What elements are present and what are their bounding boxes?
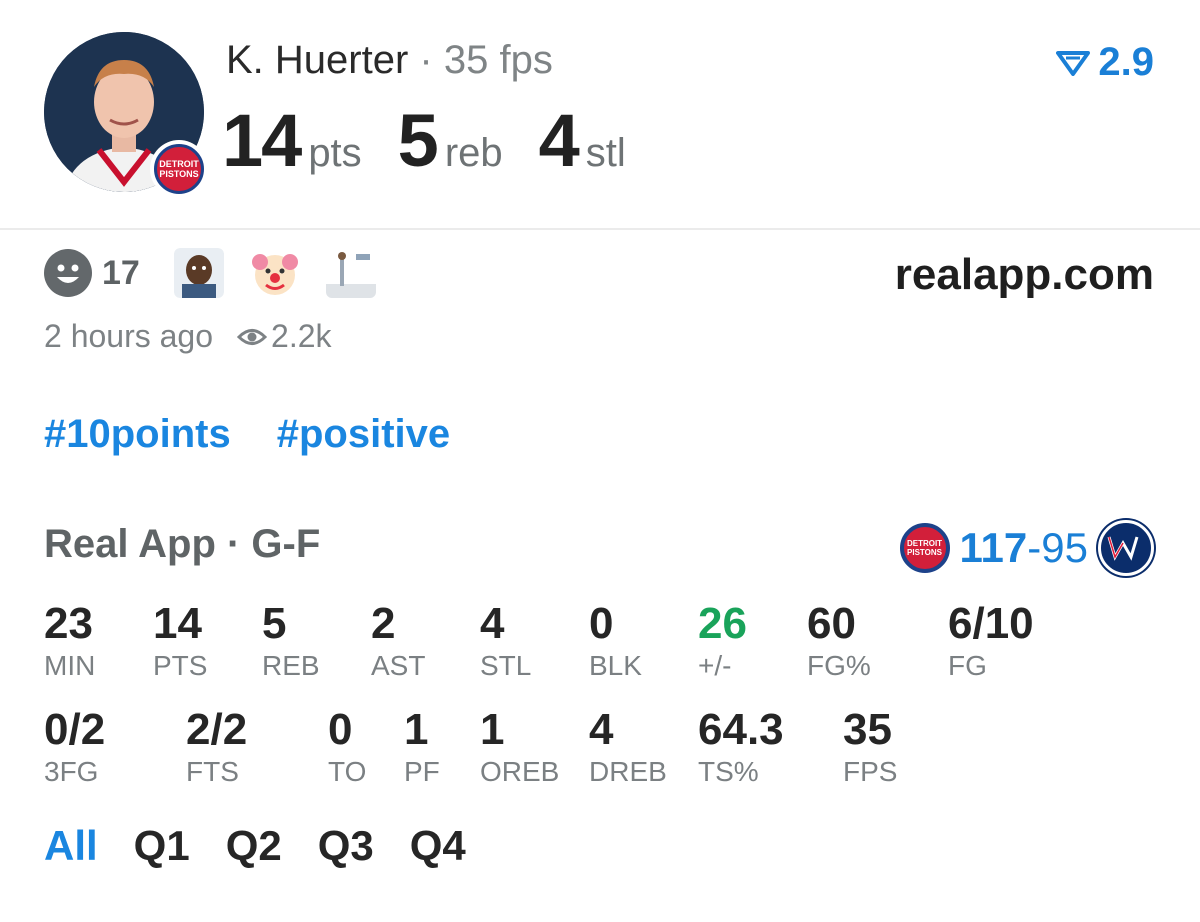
stat-value: 4 (589, 705, 614, 754)
view-count: 2.2k (271, 318, 332, 354)
stat-value: 6/10 (948, 599, 1034, 648)
headline-stat-value: 4 (538, 99, 580, 182)
rating-value: 2.9 (1098, 40, 1154, 84)
stat-cell: 0/2 3FG (44, 706, 105, 788)
reactions-bar: 17 (44, 248, 402, 298)
player-header: K. Huerter · 35 fps (226, 38, 553, 83)
quarter-tabs: All Q1 Q2 Q3 Q4 (44, 822, 466, 870)
game-title: Real App · G-F (44, 522, 321, 566)
stat-value: 2/2 (186, 705, 248, 754)
pistons-logo-icon: DETROIT PISTONS (899, 523, 950, 573)
stat-value: 5 (262, 599, 287, 648)
stat-label: REB (262, 650, 320, 681)
tab-q4[interactable]: Q4 (410, 822, 466, 870)
stat-cell: 2/2 FTS (186, 706, 247, 788)
stat-label: STL (480, 650, 532, 681)
dunk-reaction-icon[interactable] (325, 248, 376, 298)
stat-value: 35 (843, 705, 892, 754)
stat-cell: 1 PF (404, 706, 440, 788)
views: 2.2k (237, 318, 332, 355)
stat-label: 3FG (44, 756, 99, 787)
stat-value: 1 (480, 705, 505, 754)
stat-cell: 0 TO (328, 706, 366, 788)
clown-reaction-icon[interactable] (250, 248, 300, 298)
team-badge-label: DETROIT PISTONS (154, 144, 204, 194)
stat-label: TO (328, 756, 367, 787)
wizards-logo-icon (1098, 520, 1154, 576)
stat-value: 4 (480, 599, 505, 648)
stat-label: PF (404, 756, 440, 787)
stat-value: 23 (44, 599, 93, 648)
stat-cell: 35 FPS (843, 706, 897, 788)
stat-label: TS% (698, 756, 759, 787)
team-badge: DETROIT PISTONS (150, 140, 208, 198)
fps-score: 35 fps (443, 38, 553, 82)
hashtags: #10points #positive (44, 412, 450, 457)
time-ago: 2 hours ago (44, 318, 214, 354)
site-link[interactable]: realapp.com (895, 250, 1154, 300)
stat-label: MIN (44, 650, 96, 681)
stat-cell: 1 OREB (480, 706, 559, 788)
stat-cell: 23 MIN (44, 600, 95, 682)
hashtag[interactable]: #10points (44, 412, 231, 457)
stat-label: FTS (186, 756, 239, 787)
rating[interactable]: 2.9 (1056, 40, 1154, 85)
header-separator: · (419, 38, 433, 82)
stat-label: FG (948, 650, 987, 681)
tab-q1[interactable]: Q1 (134, 822, 190, 870)
divider (0, 228, 1200, 230)
game-score[interactable]: DETROIT PISTONS 117-95 (899, 520, 1154, 576)
headline-stats: 14 pts 5 reb 4 stl (222, 98, 662, 183)
score-separator: - (1027, 524, 1042, 571)
tab-q2[interactable]: Q2 (226, 822, 282, 870)
headline-stat-unit: reb (444, 131, 503, 175)
stat-value: 2 (371, 599, 396, 648)
stat-value: 0/2 (44, 705, 106, 754)
reaction-count: 17 (102, 253, 140, 292)
away-score: 95 (1041, 524, 1088, 571)
smiley-icon[interactable] (44, 249, 92, 297)
tab-q3[interactable]: Q3 (318, 822, 374, 870)
hashtag[interactable]: #positive (277, 412, 450, 457)
plus-minus-value: 26 (698, 599, 747, 648)
player-name[interactable]: K. Huerter (226, 38, 408, 82)
stat-cell: 4 STL (480, 600, 531, 682)
stat-label: +/- (698, 650, 732, 681)
stat-value: 0 (589, 599, 614, 648)
stat-cell: 26 +/- (698, 600, 747, 682)
stat-cell: 4 DREB (589, 706, 667, 788)
stat-value: 0 (328, 705, 353, 754)
headline-stat-unit: pts (308, 131, 362, 175)
stat-value: 1 (404, 705, 429, 754)
stat-value: 60 (807, 599, 856, 648)
rating-arrow-icon (1056, 50, 1091, 76)
stat-value: 14 (153, 599, 202, 648)
stat-label: FG% (807, 650, 871, 681)
headline-stat-unit: stl (585, 131, 626, 175)
headline-stat-value: 5 (397, 99, 439, 182)
shaq-reaction-icon[interactable] (173, 248, 224, 298)
tab-all[interactable]: All (44, 822, 98, 870)
stat-cell: 5 REB (262, 600, 320, 682)
stat-cell: 2 AST (371, 600, 425, 682)
stat-cell: 0 BLK (589, 600, 642, 682)
home-score: 117 (959, 524, 1028, 571)
post-meta: 2 hours ago 2.2k (44, 318, 332, 355)
stat-value: 64.3 (698, 705, 784, 754)
stat-cell: 64.3 TS% (698, 706, 784, 788)
eye-icon (237, 328, 268, 345)
stat-label: PTS (153, 650, 208, 681)
stat-cell: 14 PTS (153, 600, 207, 682)
stat-label: FPS (843, 756, 898, 787)
stat-cell: 60 FG% (807, 600, 871, 682)
headline-stat-value: 14 (222, 99, 302, 182)
stat-label: DREB (589, 756, 667, 787)
stat-label: AST (371, 650, 426, 681)
stat-label: OREB (480, 756, 560, 787)
stat-label: BLK (589, 650, 642, 681)
stat-cell: 6/10 FG (948, 600, 1034, 682)
